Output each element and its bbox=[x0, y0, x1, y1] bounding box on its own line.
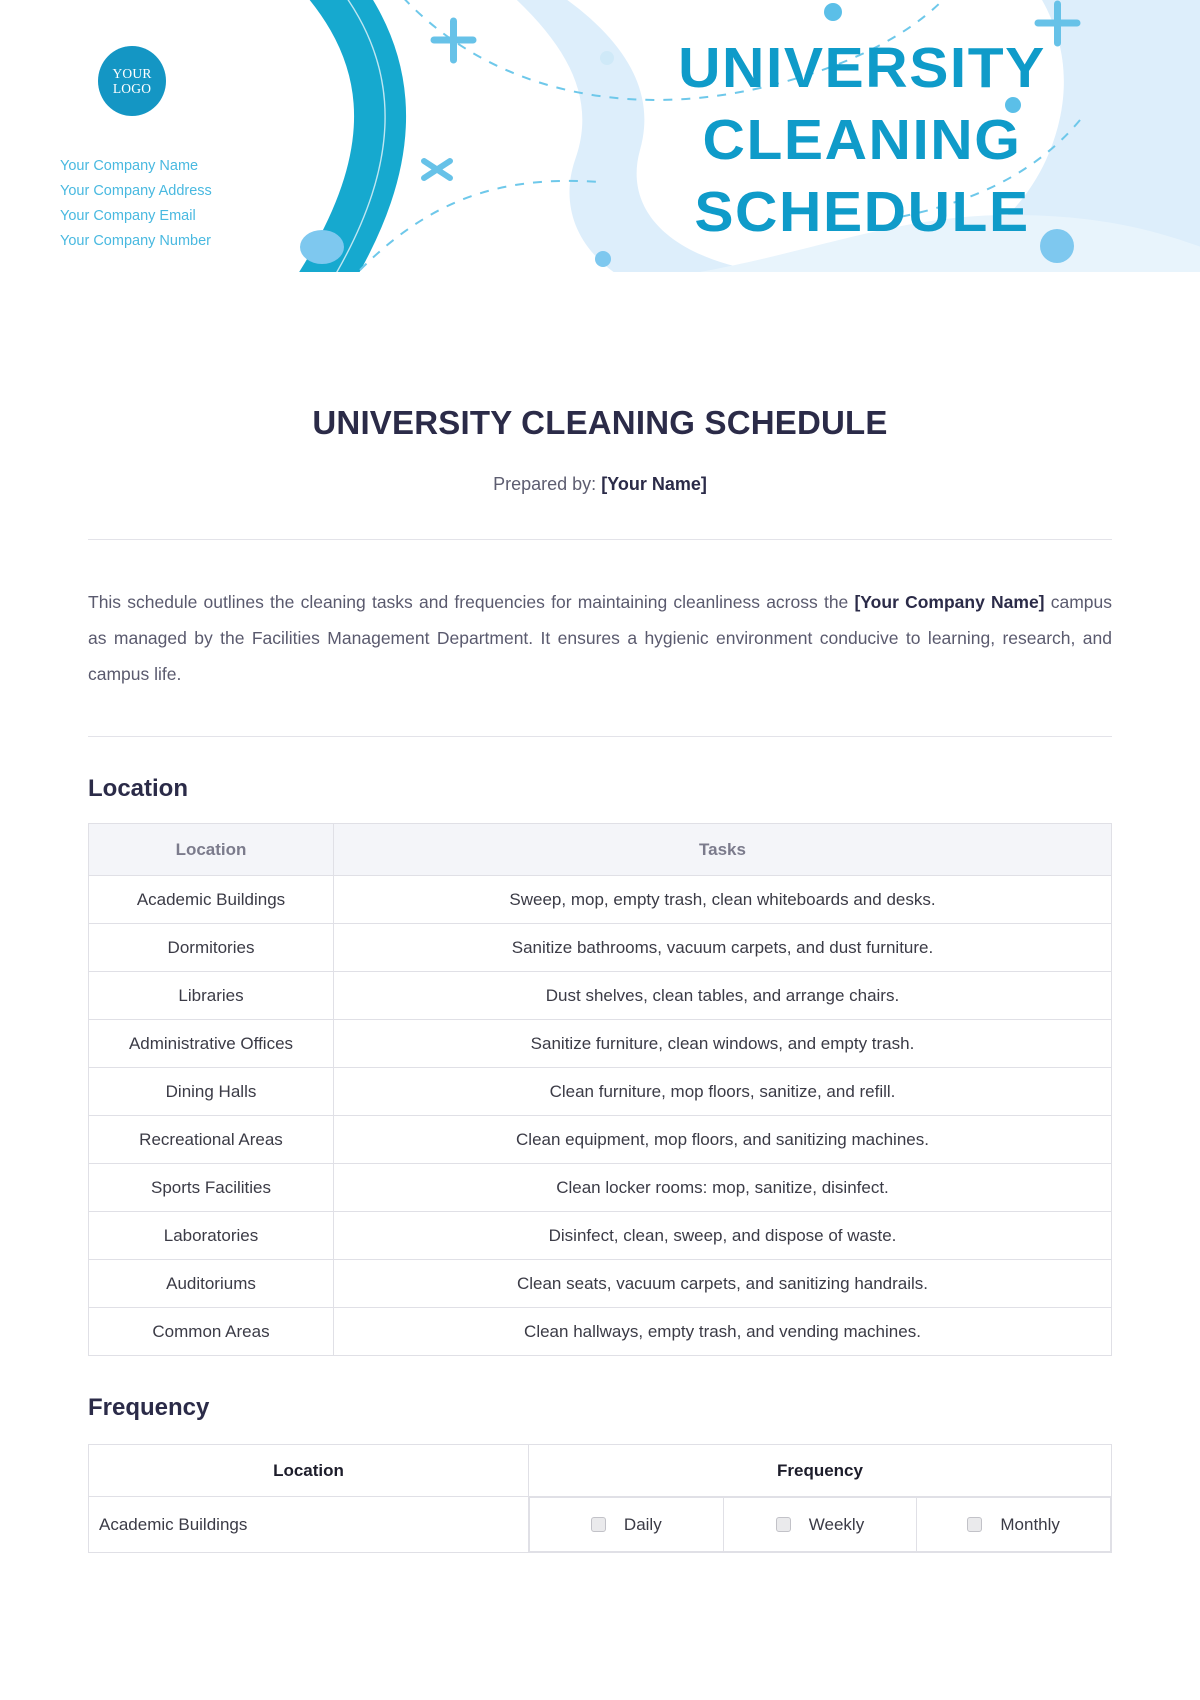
company-address: Your Company Address bbox=[60, 183, 212, 199]
table-row: Common Areas Clean hallways, empty trash,… bbox=[88, 1307, 1112, 1356]
logo-block: YOUR LOGO Your Company Name Your Company… bbox=[60, 46, 290, 254]
cell-location: Common Areas bbox=[88, 1307, 334, 1356]
cell-location: Auditoriums bbox=[88, 1259, 334, 1308]
dot-decoration bbox=[824, 3, 842, 21]
logo-line-1: YOUR bbox=[112, 66, 152, 81]
cell-tasks: Clean locker rooms: mop, sanitize, disin… bbox=[333, 1163, 1112, 1212]
banner-title: UNIVERSITY CLEANING SCHEDULE bbox=[678, 36, 1046, 244]
cell-tasks: Clean equipment, mop floors, and sanitiz… bbox=[333, 1115, 1112, 1164]
intro-paragraph: This schedule outlines the cleaning task… bbox=[88, 584, 1112, 692]
cell-tasks: Sanitize bathrooms, vacuum carpets, and … bbox=[333, 923, 1112, 972]
company-number: Your Company Number bbox=[60, 233, 211, 249]
column-header-location: Location bbox=[88, 823, 334, 876]
table-row: Academic Buildings Daily Weekly Monthly bbox=[88, 1496, 1112, 1553]
cell-tasks: Disinfect, clean, sweep, and dispose of … bbox=[333, 1211, 1112, 1260]
frequency-table-body: Academic Buildings Daily Weekly Monthly bbox=[88, 1496, 1112, 1553]
table-row: Administrative Offices Sanitize furniture… bbox=[88, 1019, 1112, 1068]
table-header-row: Location Tasks bbox=[88, 823, 1112, 876]
table-row: Recreational Areas Clean equipment, mop f… bbox=[88, 1115, 1112, 1164]
cell-location: Dining Halls bbox=[88, 1067, 334, 1116]
column-header-location: Location bbox=[88, 1444, 529, 1497]
checkbox-label-daily: Daily bbox=[623, 1514, 662, 1534]
cell-location: Libraries bbox=[88, 971, 334, 1020]
cell-tasks: Sweep, mop, empty trash, clean whiteboar… bbox=[333, 875, 1112, 924]
cell-tasks: Clean seats, vacuum carpets, and sanitiz… bbox=[333, 1259, 1112, 1308]
intro-text-part-1: This schedule outlines the cleaning task… bbox=[88, 592, 855, 612]
cross-decoration-icon bbox=[421, 158, 453, 181]
table-row: Auditoriums Clean seats, vacuum carpets, … bbox=[88, 1259, 1112, 1308]
divider-top bbox=[88, 539, 1112, 540]
location-table-body: Academic Buildings Sweep, mop, empty tras… bbox=[88, 875, 1112, 1356]
cell-tasks: Sanitize furniture, clean windows, and e… bbox=[333, 1019, 1112, 1068]
frequency-section-heading: Frequency bbox=[88, 1394, 210, 1421]
cell-tasks: Clean hallways, empty trash, and vending… bbox=[333, 1307, 1112, 1356]
column-header-tasks: Tasks bbox=[333, 823, 1112, 876]
prepared-by: Prepared by: [Your Name] bbox=[88, 474, 1112, 495]
prepared-by-value: [Your Name] bbox=[601, 474, 707, 494]
page-title: UNIVERSITY CLEANING SCHEDULE bbox=[312, 404, 888, 441]
checkbox-monthly[interactable] bbox=[967, 1517, 983, 1532]
table-row: Dining Halls Clean furniture, mop floors,… bbox=[88, 1067, 1112, 1116]
table-row: Sports Facilities Clean locker rooms: mop… bbox=[88, 1163, 1112, 1212]
dot-decoration bbox=[595, 251, 611, 267]
checkbox-label-weekly: Weekly bbox=[808, 1514, 865, 1534]
cell-frequency: Daily Weekly Monthly bbox=[528, 1496, 1112, 1553]
location-section-heading: Location bbox=[88, 775, 188, 802]
document-body: UNIVERSITY CLEANING SCHEDULE Prepared by… bbox=[0, 272, 1200, 1553]
company-email: Your Company Email bbox=[60, 208, 196, 224]
cell-location: Sports Facilities bbox=[88, 1163, 334, 1212]
table-row: Libraries Dust shelves, clean tables, and… bbox=[88, 971, 1112, 1020]
checkbox-weekly[interactable] bbox=[775, 1517, 791, 1532]
frequency-option-weekly[interactable]: Weekly bbox=[722, 1497, 918, 1552]
dot-decoration bbox=[300, 230, 344, 264]
frequency-option-daily[interactable]: Daily bbox=[529, 1497, 724, 1552]
intro-company-placeholder: [Your Company Name] bbox=[854, 592, 1045, 612]
table-header-row: Location Frequency bbox=[88, 1444, 1112, 1497]
plus-decoration-icon bbox=[430, 17, 477, 64]
logo-line-2: LOGO bbox=[112, 81, 152, 96]
column-header-frequency: Frequency bbox=[528, 1444, 1112, 1497]
cell-tasks: Dust shelves, clean tables, and arrange … bbox=[333, 971, 1112, 1020]
cell-tasks: Clean furniture, mop floors, sanitize, a… bbox=[333, 1067, 1112, 1116]
cell-location: Academic Buildings bbox=[88, 1496, 529, 1553]
cell-location: Dormitories bbox=[88, 923, 334, 972]
cell-location: Laboratories bbox=[88, 1211, 334, 1260]
cell-location: Recreational Areas bbox=[88, 1115, 334, 1164]
location-table: Location Tasks Academic Buildings Sweep, … bbox=[88, 823, 1112, 1356]
checkbox-daily[interactable] bbox=[590, 1517, 606, 1532]
prepared-by-label: Prepared by: bbox=[493, 474, 597, 494]
table-row: Academic Buildings Sweep, mop, empty tras… bbox=[88, 875, 1112, 924]
frequency-table: Location Frequency Academic Buildings Dai… bbox=[88, 1444, 1112, 1553]
logo-placeholder: YOUR LOGO bbox=[98, 46, 166, 116]
cell-location: Administrative Offices bbox=[88, 1019, 334, 1068]
company-name: Your Company Name bbox=[60, 158, 199, 174]
header-banner: YOUR LOGO Your Company Name Your Company… bbox=[0, 0, 1200, 272]
company-info: Your Company Name Your Company Address Y… bbox=[60, 154, 290, 254]
table-row: Laboratories Disinfect, clean, sweep, and… bbox=[88, 1211, 1112, 1260]
cell-location: Academic Buildings bbox=[88, 875, 334, 924]
table-row: Dormitories Sanitize bathrooms, vacuum ca… bbox=[88, 923, 1112, 972]
checkbox-label-monthly: Monthly bbox=[1000, 1514, 1060, 1534]
frequency-option-monthly[interactable]: Monthly bbox=[916, 1497, 1111, 1552]
